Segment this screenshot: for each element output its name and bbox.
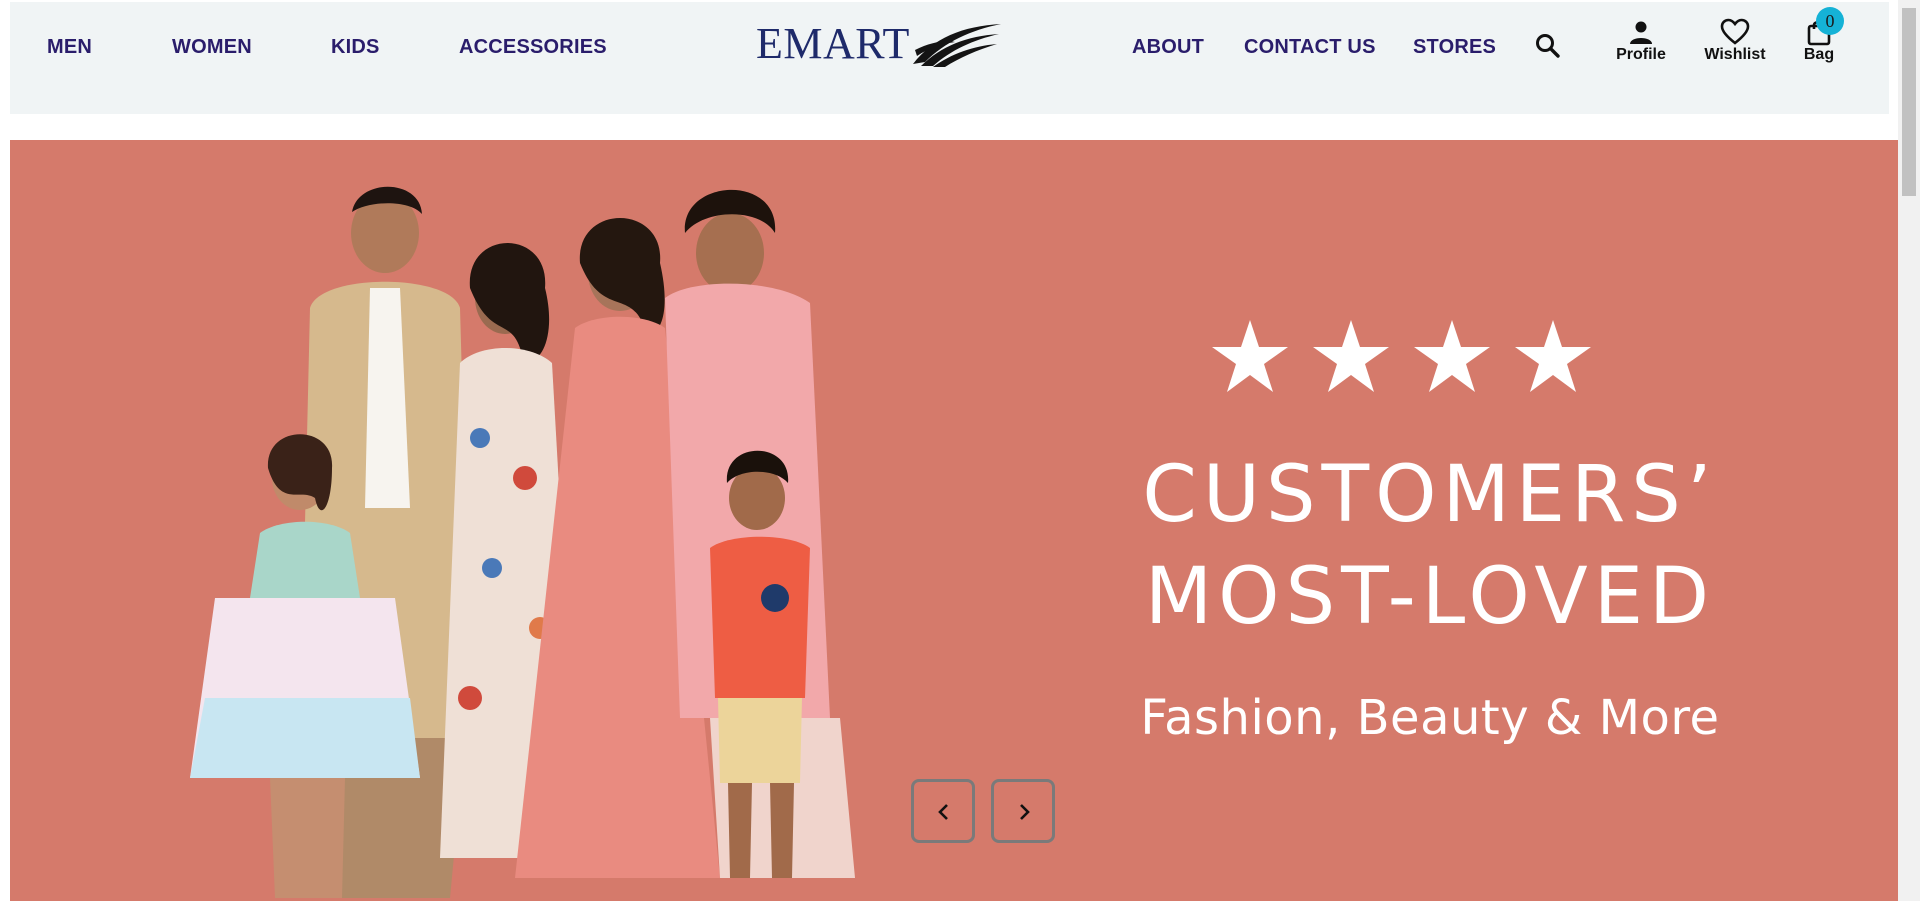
banner-subline: Fashion, Beauty & More (1140, 690, 1720, 746)
rating-stars (1212, 320, 1591, 392)
carousel-next-button[interactable] (991, 779, 1055, 843)
search-button[interactable] (1535, 32, 1561, 60)
banner-headline-line1: CUSTOMERS’ (1142, 450, 1718, 540)
profile-label: Profile (1616, 46, 1666, 63)
chevron-left-icon (938, 804, 948, 820)
nav-kids[interactable]: KIDS (331, 36, 380, 59)
site-header: MEN WOMEN KIDS ACCESSORIES EMART ABOUT C… (10, 2, 1889, 114)
star-icon (1515, 320, 1591, 392)
carousel-prev-button[interactable] (911, 779, 975, 843)
heart-icon (1720, 18, 1750, 45)
family-photo (190, 186, 855, 898)
wishlist-label: Wishlist (1704, 46, 1766, 63)
nav-contact-us[interactable]: CONTACT US (1244, 36, 1376, 59)
emart-logo[interactable]: EMART (756, 20, 1006, 72)
nav-accessories[interactable]: ACCESSORIES (459, 36, 607, 59)
search-icon (1536, 34, 1560, 58)
page: MEN WOMEN KIDS ACCESSORIES EMART ABOUT C… (0, 0, 1920, 901)
banner-headline-line2: MOST-LOVED (1144, 552, 1716, 642)
logo-wordmark: EMART (756, 19, 910, 68)
nav-about[interactable]: ABOUT (1132, 36, 1204, 59)
profile-button[interactable]: Profile (1604, 18, 1678, 64)
page-scrollbar[interactable] (1898, 0, 1920, 901)
chevron-right-icon (1020, 804, 1030, 820)
star-icon (1313, 320, 1389, 392)
star-icon (1414, 320, 1490, 392)
person-icon (1630, 21, 1652, 44)
logo-wing-icon (913, 24, 1001, 67)
nav-men[interactable]: MEN (47, 36, 92, 59)
scrollbar-thumb[interactable] (1902, 8, 1916, 196)
star-icon (1212, 320, 1288, 392)
wishlist-button[interactable]: Wishlist (1695, 18, 1775, 64)
bag-count-badge: 0 (1816, 7, 1844, 35)
nav-women[interactable]: WOMEN (172, 36, 252, 59)
nav-stores[interactable]: STORES (1413, 36, 1496, 59)
bag-label: Bag (1803, 46, 1835, 63)
